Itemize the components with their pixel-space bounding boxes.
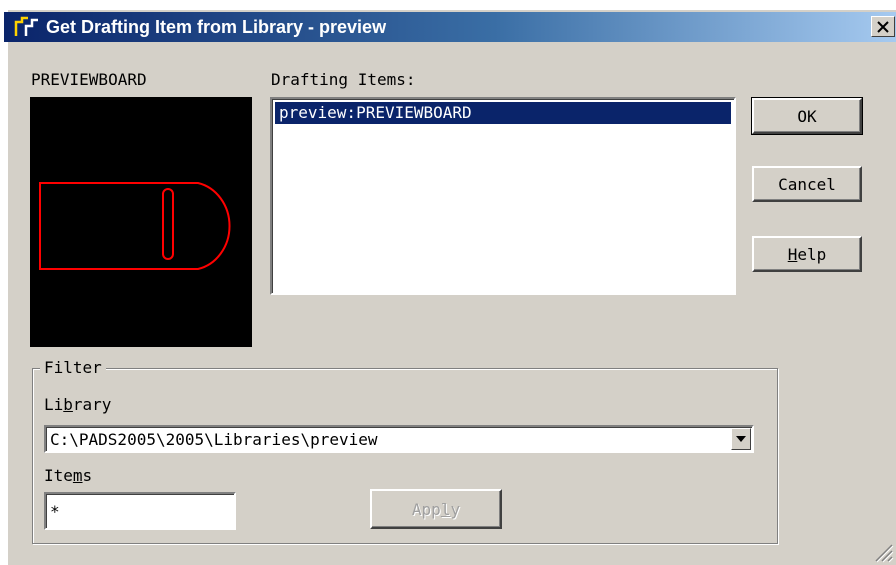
board-slot-shape <box>162 188 174 260</box>
library-label-mnemonic: b <box>63 395 73 414</box>
filter-legend: Filter <box>40 358 106 377</box>
close-button[interactable] <box>871 16 895 37</box>
library-select[interactable]: C:\PADS2005\2005\Libraries\preview <box>44 425 754 453</box>
items-filter-input[interactable] <box>44 492 236 530</box>
apply-label-pre: App <box>411 499 441 519</box>
resize-grip-icon[interactable] <box>872 541 894 563</box>
apply-mnemonic: l <box>440 499 451 519</box>
preview-label: PREVIEWBOARD <box>31 70 147 89</box>
library-label-pre: Li <box>44 395 64 414</box>
apply-button[interactable]: App l y <box>370 489 502 529</box>
close-icon <box>877 20 889 33</box>
items-label: Items <box>44 466 92 485</box>
help-mnemonic: H <box>787 244 798 264</box>
library-dropdown-button[interactable] <box>731 428 751 450</box>
library-label-post: rary <box>72 395 112 414</box>
drafting-items-label: Drafting Items: <box>271 70 416 89</box>
library-label: Library <box>44 395 111 414</box>
cancel-button[interactable]: Cancel <box>752 166 862 202</box>
preview-canvas <box>30 97 252 347</box>
library-select-value: C:\PADS2005\2005\Libraries\preview <box>50 430 378 449</box>
drafting-items-list[interactable]: preview:PREVIEWBOARD <box>270 97 736 295</box>
app-icon <box>14 16 40 38</box>
ok-button[interactable]: OK <box>751 97 863 135</box>
window-title: Get Drafting Item from Library - preview <box>46 16 387 37</box>
items-label-mnemonic: m <box>72 466 83 485</box>
apply-label-post: y <box>450 499 461 519</box>
board-outline-shape <box>39 182 231 270</box>
chevron-down-icon <box>736 436 746 442</box>
help-label-post: elp <box>797 244 827 264</box>
items-label-pre: Ite <box>44 466 73 485</box>
items-label-post: s <box>82 466 93 485</box>
help-button[interactable]: Help <box>752 236 862 272</box>
title-bar[interactable]: Get Drafting Item from Library - preview <box>4 12 896 42</box>
list-item[interactable]: preview:PREVIEWBOARD <box>275 102 731 124</box>
